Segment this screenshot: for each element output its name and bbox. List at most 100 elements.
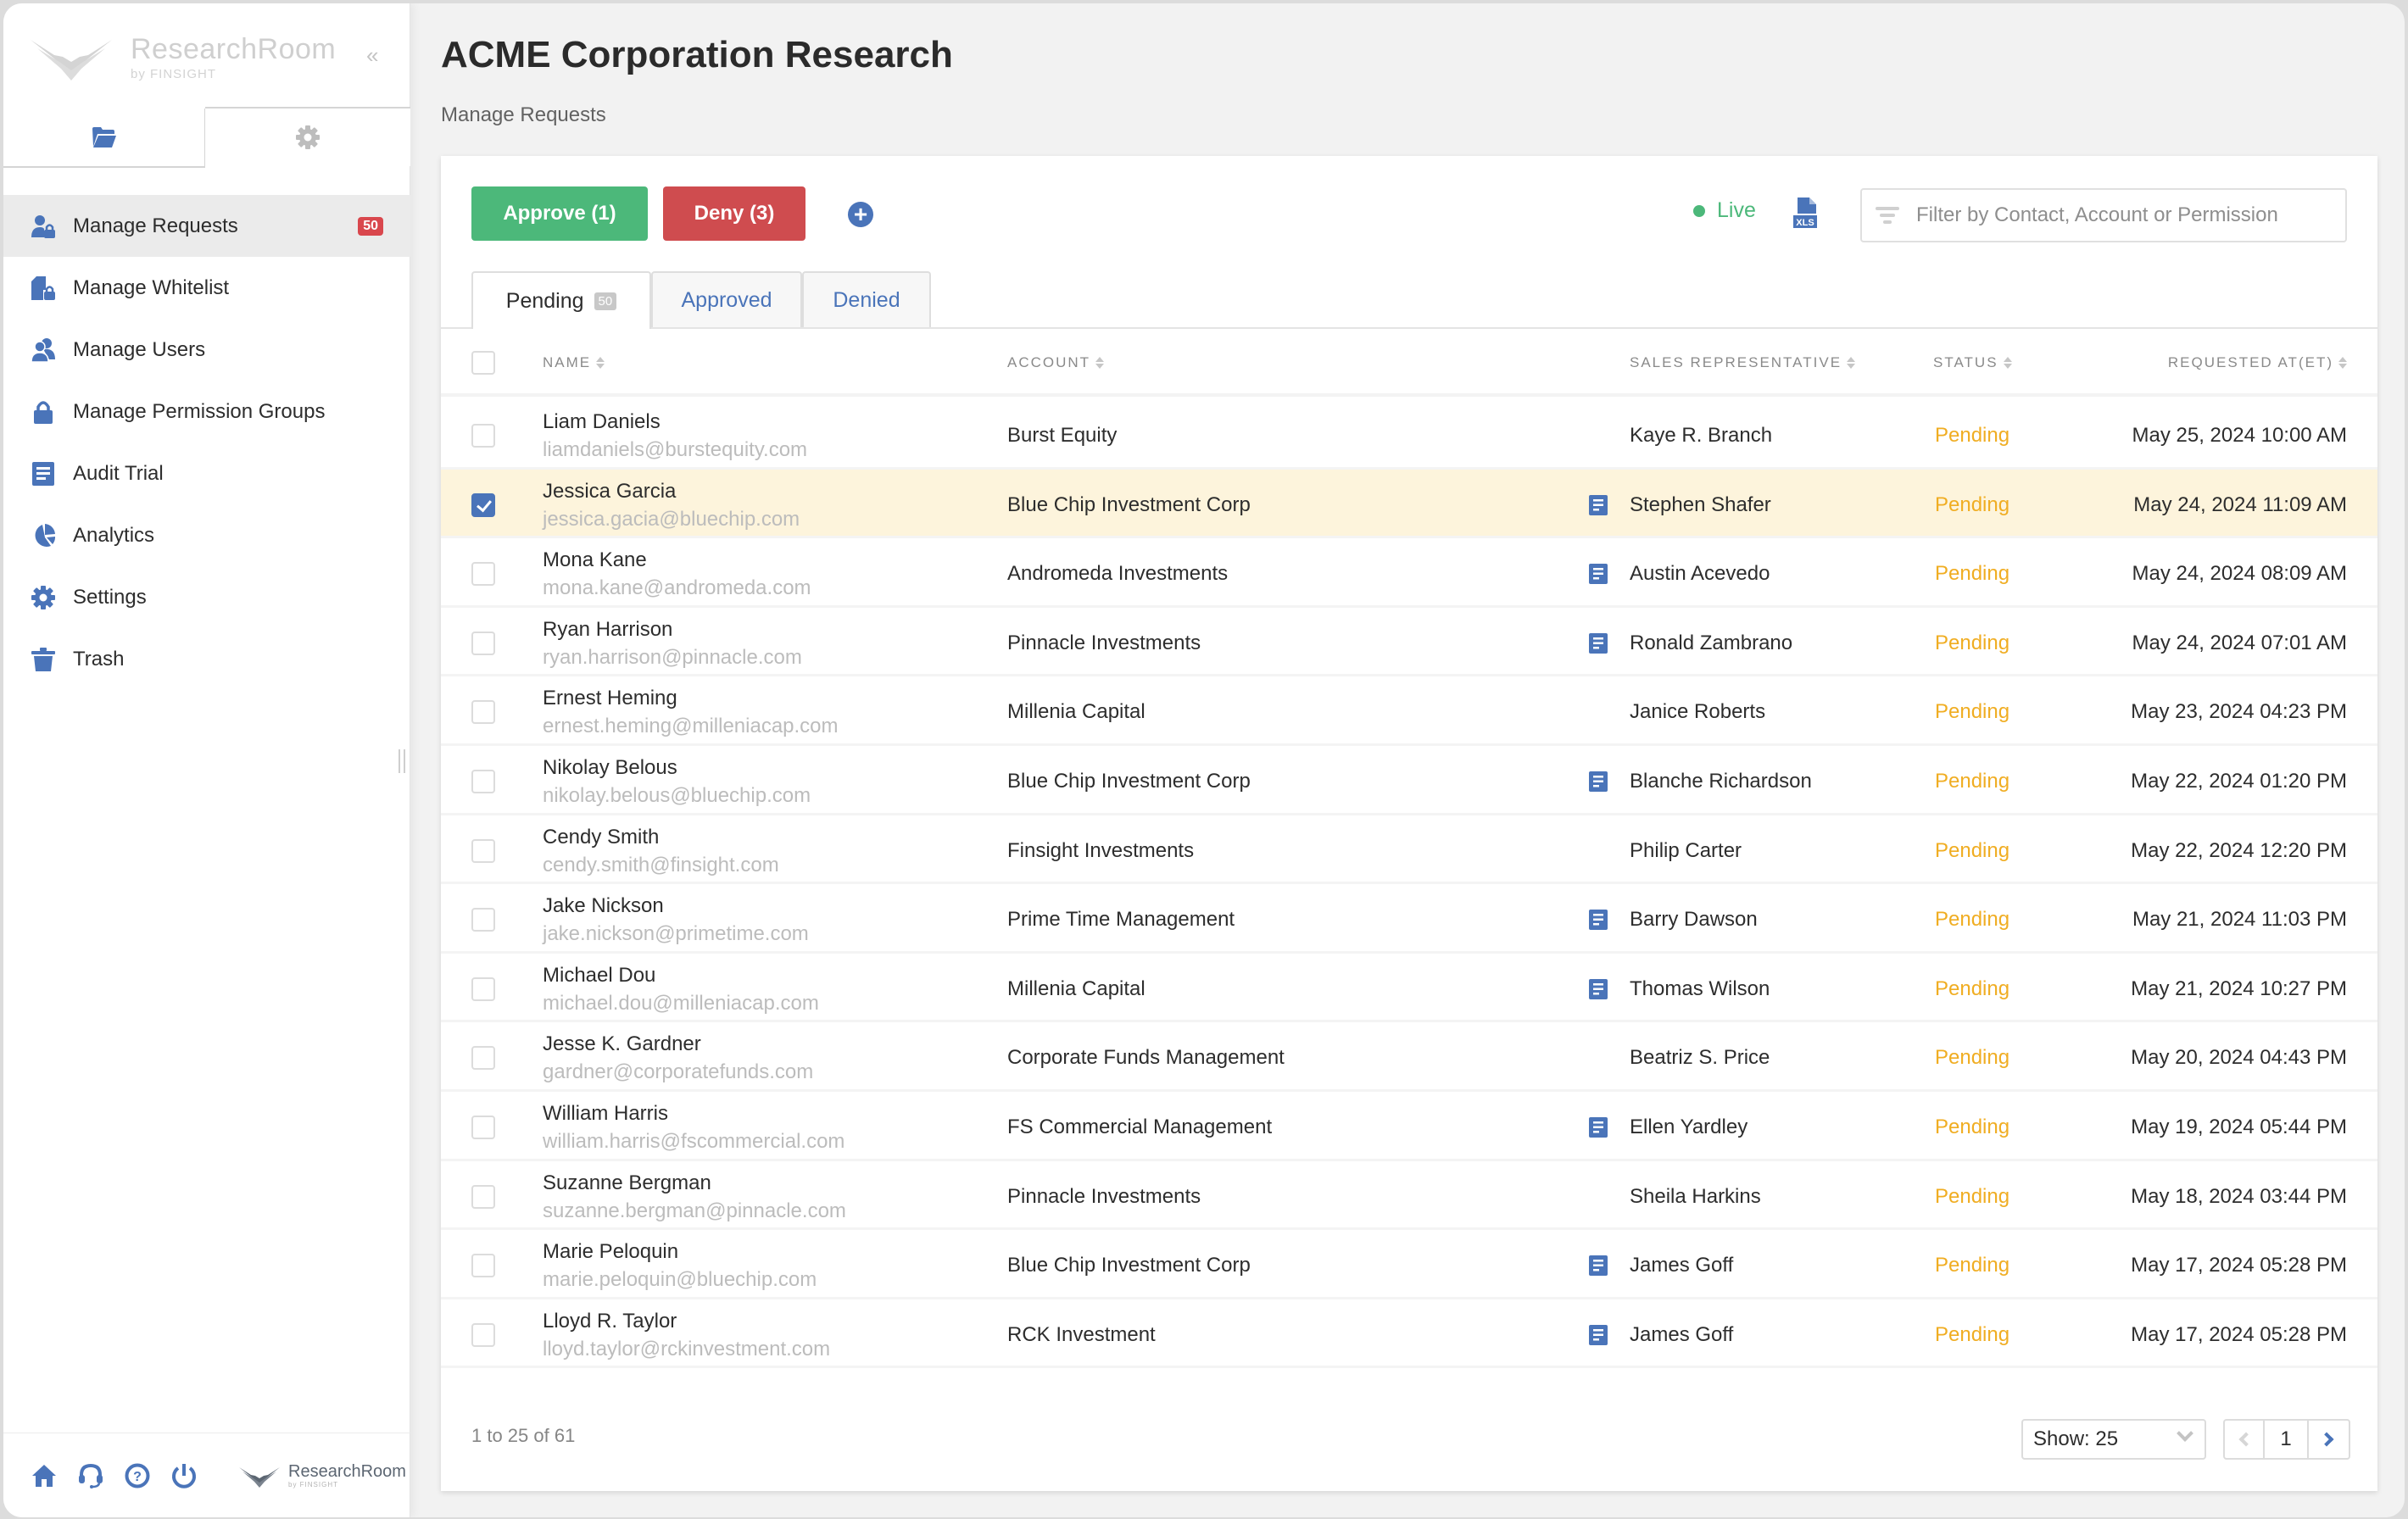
export-xls-icon[interactable]: XLS (1792, 197, 1818, 229)
table-row[interactable]: Suzanne Bergman suzanne.bergman@pinnacle.… (441, 1161, 2377, 1231)
filter-field[interactable] (1860, 188, 2347, 242)
row-checkbox[interactable] (471, 562, 495, 587)
live-toggle[interactable]: Live (1693, 198, 1756, 223)
row-checkbox[interactable] (471, 424, 495, 448)
table-row[interactable]: William Harris william.harris@fscommercia… (441, 1092, 2377, 1161)
table-row[interactable]: Mona Kane mona.kane@andromeda.com Andromed… (441, 538, 2377, 608)
sidebar-tab-folders[interactable] (3, 108, 205, 168)
status-badge: Pending (1935, 908, 2010, 932)
gear-icon (31, 585, 56, 610)
row-checkbox[interactable] (471, 492, 495, 517)
column-label: SALES REPRESENTATIVE (1630, 354, 1842, 370)
tab-approved[interactable]: Approved (651, 271, 802, 327)
next-page-button[interactable] (2309, 1421, 2349, 1458)
sidebar-item-audit-trial[interactable]: Audit Trial (3, 442, 410, 504)
account-name: Blue Chip Investment Corp (1007, 1254, 1251, 1277)
svg-text:?: ? (133, 1470, 142, 1484)
note-document-icon[interactable] (1589, 1324, 1608, 1345)
account-name: FS Commercial Management (1007, 1115, 1273, 1138)
account-name: Millenia Capital (1007, 976, 1145, 1000)
column-header-status[interactable]: STATUS (1933, 354, 2012, 371)
note-document-icon[interactable] (1589, 632, 1608, 654)
contact-email: ernest.heming@milleniacap.com (543, 715, 839, 738)
sidebar-item-analytics[interactable]: Analytics (3, 504, 410, 566)
column-header-requested-at[interactable]: REQUESTED AT(ET) (2168, 354, 2347, 371)
contact-email: mona.kane@andromeda.com (543, 576, 811, 600)
table-row[interactable]: Liam Daniels liamdaniels@burstequity.com B… (441, 400, 2377, 470)
sidebar-item-trash[interactable]: Trash (3, 628, 410, 690)
row-checkbox[interactable] (471, 769, 495, 793)
add-request-button[interactable]: + (848, 202, 873, 227)
table-row[interactable]: Cendy Smith cendy.smith@finsight.com Finsi… (441, 815, 2377, 885)
sidebar-item-label: Analytics (73, 523, 155, 547)
select-all-checkbox[interactable] (471, 351, 495, 375)
row-checkbox[interactable] (471, 908, 495, 932)
tab-pending[interactable]: Pending 50 (471, 271, 651, 329)
contact-email: lloyd.taylor@rckinvestment.com (543, 1337, 831, 1360)
table-row[interactable]: Jake Nickson jake.nickson@primetime.com Pr… (441, 884, 2377, 954)
page-size-select[interactable]: Show: 25 (2021, 1419, 2206, 1460)
deny-button[interactable]: Deny (3) (663, 186, 805, 241)
row-checkbox[interactable] (471, 1046, 495, 1071)
sidebar-footer: ? ResearchRoom by FINSIGHT (3, 1433, 410, 1517)
sidebar-item-manage-requests[interactable]: Manage Requests 50 (3, 195, 410, 257)
sidebar-resize-handle[interactable] (399, 749, 405, 773)
note-document-icon[interactable] (1589, 1255, 1608, 1277)
table-row[interactable]: Michael Dou michael.dou@milleniacap.com Mi… (441, 954, 2377, 1023)
note-document-icon[interactable] (1589, 978, 1608, 999)
table-row[interactable]: Lloyd R. Taylor lloyd.taylor@rckinvestmen… (441, 1299, 2377, 1369)
logo-title: ResearchRoom (131, 32, 337, 65)
current-page[interactable]: 1 (2265, 1421, 2309, 1458)
note-document-icon[interactable] (1589, 910, 1608, 931)
note-document-icon[interactable] (1589, 494, 1608, 515)
row-checkbox[interactable] (471, 1184, 495, 1209)
sidebar-item-settings[interactable]: Settings (3, 566, 410, 628)
sidebar-item-manage-users[interactable]: Manage Users (3, 319, 410, 381)
home-icon[interactable] (31, 1462, 58, 1489)
note-document-icon[interactable] (1589, 771, 1608, 792)
filter-input[interactable] (1916, 203, 2323, 227)
approve-button[interactable]: Approve (1) (471, 186, 648, 241)
status-badge: Pending (1935, 1254, 2010, 1277)
requested-at: May 23, 2024 04:23 PM (2131, 700, 2347, 724)
table-body: Liam Daniels liamdaniels@burstequity.com B… (441, 400, 2377, 1369)
row-checkbox[interactable] (471, 1115, 495, 1139)
table-row[interactable]: Jessica Garcia jessica.gacia@bluechip.com… (441, 469, 2377, 539)
table-row[interactable]: Jesse K. Gardner gardner@corporatefunds.c… (441, 1022, 2377, 1092)
sidebar-item-manage-whitelist[interactable]: Manage Whitelist (3, 257, 410, 319)
sidebar-item-label: Manage Permission Groups (73, 399, 326, 423)
row-checkbox[interactable] (471, 976, 495, 1001)
column-header-name[interactable]: NAME (543, 354, 605, 371)
row-checkbox[interactable] (471, 838, 495, 863)
account-name: RCK Investment (1007, 1322, 1156, 1346)
sidebar-tab-settings[interactable] (205, 107, 410, 166)
row-checkbox[interactable] (471, 1322, 495, 1347)
note-document-icon[interactable] (1589, 1116, 1608, 1138)
column-header-sales-representative[interactable]: SALES REPRESENTATIVE (1630, 354, 1856, 371)
requests-panel: Approve (1) Deny (3) + Live XLS Pending (441, 156, 2377, 1491)
table-row[interactable]: Marie Peloquin marie.peloquin@bluechip.co… (441, 1230, 2377, 1299)
row-checkbox[interactable] (471, 631, 495, 655)
sidebar-item-manage-permission-groups[interactable]: Manage Permission Groups (3, 381, 410, 442)
column-header-account[interactable]: ACCOUNT (1007, 354, 1105, 371)
row-checkbox[interactable] (471, 1254, 495, 1278)
row-checkbox[interactable] (471, 700, 495, 725)
contact-email: cendy.smith@finsight.com (543, 853, 779, 876)
table-row[interactable]: Nikolay Belous nikolay.belous@bluechip.co… (441, 746, 2377, 815)
power-icon[interactable] (170, 1462, 198, 1489)
help-icon[interactable]: ? (124, 1462, 151, 1489)
table-row[interactable]: Ernest Heming ernest.heming@milleniacap.c… (441, 676, 2377, 746)
tab-denied[interactable]: Denied (802, 271, 931, 327)
chevron-right-icon (2319, 1432, 2334, 1447)
column-label: ACCOUNT (1007, 354, 1091, 370)
account-name: Burst Equity (1007, 424, 1118, 447)
table-row[interactable]: Ryan Harrison ryan.harrison@pinnacle.com P… (441, 608, 2377, 677)
prev-page-button[interactable] (2225, 1421, 2266, 1458)
tab-label: Pending (505, 288, 584, 313)
headset-icon[interactable] (77, 1462, 104, 1489)
account-name: Andromeda Investments (1007, 562, 1229, 586)
collapse-sidebar-button[interactable]: « (366, 42, 378, 69)
sales-representative: Philip Carter (1630, 838, 1742, 862)
note-document-icon[interactable] (1589, 564, 1608, 585)
breadcrumb: Manage Requests (441, 103, 606, 126)
